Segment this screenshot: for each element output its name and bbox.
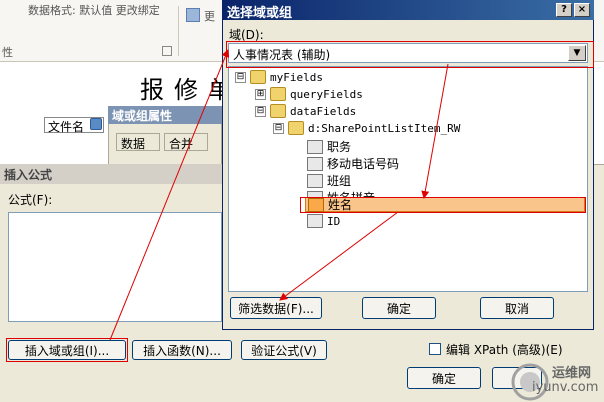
arrow-to-domain bbox=[109, 49, 230, 341]
watermark-url: iyunv.com bbox=[532, 380, 599, 395]
arrow-to-field bbox=[421, 63, 449, 199]
arrow-to-filter bbox=[279, 211, 399, 301]
watermark-text: 运维网 bbox=[552, 366, 592, 381]
annotation-arrows bbox=[109, 49, 449, 341]
watermark-logo: 运维网 iyunv.com bbox=[510, 362, 604, 402]
